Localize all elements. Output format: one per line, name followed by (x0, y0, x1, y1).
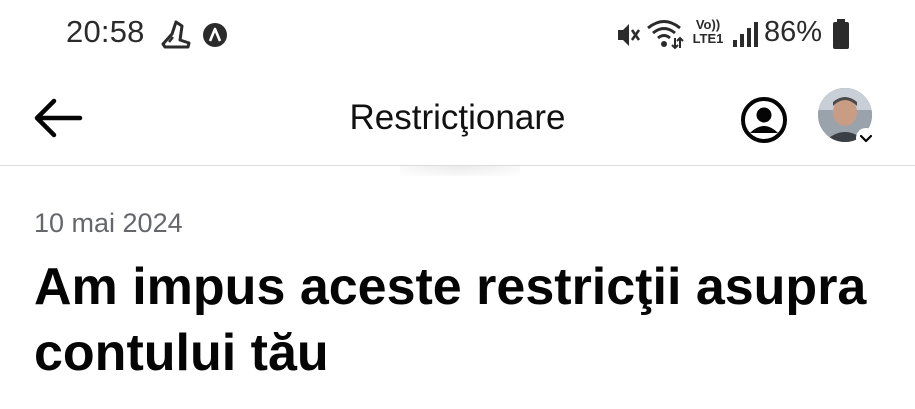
avatar-chevron (856, 128, 876, 148)
volte-lte-icon: Vo)) LTE1 (692, 17, 724, 46)
profile-avatar-button[interactable] (818, 88, 876, 148)
fitness-shoe-icon (161, 20, 191, 49)
location-a-icon (203, 23, 227, 47)
restriction-date: 10 mai 2024 (34, 208, 183, 238)
account-button[interactable] (740, 96, 788, 144)
main-content: 10 mai 2024 Am impus aceste restricţii a… (0, 166, 915, 409)
wifi-icon (647, 20, 684, 50)
status-bar: 20:58 Vo)) LTE1 86% (0, 0, 915, 72)
chevron-down-icon (859, 134, 873, 143)
signal-icon (733, 22, 758, 47)
app-header: Restricţionare (0, 72, 915, 166)
account-circle-icon (741, 97, 787, 143)
battery-icon (833, 19, 849, 49)
vibrate-mute-icon (618, 24, 641, 46)
battery-percent: 86% (764, 16, 823, 48)
restriction-headline: Am impus aceste restricţii asupra contul… (34, 258, 867, 382)
status-time: 20:58 (66, 14, 145, 49)
